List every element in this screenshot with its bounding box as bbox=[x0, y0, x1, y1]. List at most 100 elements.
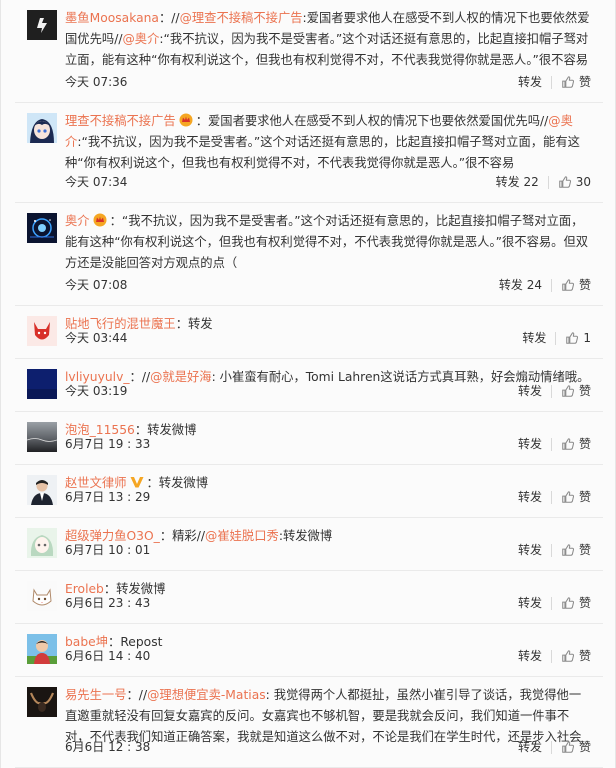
mention-link[interactable]: @奥介 bbox=[122, 32, 159, 46]
action-bar: 转发 赞 bbox=[518, 381, 591, 401]
repost-button[interactable]: 转发 bbox=[518, 540, 542, 560]
like-button[interactable]: 赞 bbox=[561, 381, 591, 401]
like-label: 赞 bbox=[578, 543, 591, 557]
repost-button[interactable]: 转发 bbox=[518, 646, 542, 666]
repost-label: 转发 bbox=[517, 437, 542, 451]
avatar[interactable] bbox=[27, 687, 57, 717]
timestamp[interactable]: 今天 07:34 bbox=[65, 172, 127, 192]
like-label: 赞 bbox=[578, 596, 591, 610]
repost-content: 墨鱼Moosakana：//@理查不接稿不接广告:爱国者要求他人在感受不到人权的… bbox=[65, 8, 591, 71]
like-label: 赞 bbox=[578, 740, 591, 754]
like-label: 赞 bbox=[578, 490, 591, 504]
repost-button[interactable]: 转发 22 bbox=[496, 172, 539, 192]
repost-meta-row: 今天 03:44 转发 1 bbox=[65, 328, 591, 348]
timestamp[interactable]: 今天 07:08 bbox=[65, 275, 127, 295]
repost-label: 转发 bbox=[517, 596, 542, 610]
repost-meta-row: 6月7日 19 : 33 转发 赞 bbox=[65, 434, 591, 454]
repost-item: 奥介 ：“我不抗议，因为我不是受害者。”这个对话还挺有意思的，比起直接扣帽子驽对立… bbox=[15, 203, 603, 306]
repost-meta-row: 今天 03:19 转发 赞 bbox=[65, 381, 591, 401]
timestamp[interactable]: 今天 03:19 bbox=[65, 381, 127, 401]
repost-button[interactable]: 转发 24 bbox=[499, 275, 542, 295]
repost-meta-row: 6月6日 14 : 40 转发 赞 bbox=[65, 646, 591, 666]
action-bar: 转发 1 bbox=[522, 328, 591, 348]
avatar[interactable] bbox=[27, 422, 57, 452]
username-link[interactable]: 墨鱼Moosakana bbox=[65, 11, 159, 25]
repost-button[interactable]: 转发 bbox=[518, 487, 542, 507]
thumbs-up-icon bbox=[562, 279, 575, 291]
repost-item: babe坤：Repost 6月6日 14 : 40 转发赞 bbox=[15, 624, 603, 677]
repost-button[interactable]: 转发 bbox=[518, 381, 542, 401]
repost-text: :“我不抗议，因为我不是受害者。”这个对话还挺有意思的，比起直接扣帽子驽对立面，… bbox=[65, 135, 580, 170]
avatar[interactable] bbox=[27, 316, 57, 346]
like-button[interactable]: 赞 bbox=[561, 487, 591, 507]
action-bar: 转发 赞 bbox=[518, 72, 591, 92]
mention-link[interactable]: @理想便宜卖-Matias bbox=[147, 688, 266, 702]
timestamp[interactable]: 今天 07:36 bbox=[65, 72, 127, 92]
avatar[interactable] bbox=[27, 581, 57, 611]
timestamp[interactable]: 6月6日 12 : 38 bbox=[65, 737, 150, 757]
avatar[interactable] bbox=[27, 10, 57, 40]
thumbs-up-icon bbox=[562, 385, 575, 397]
action-divider bbox=[550, 384, 552, 398]
action-divider bbox=[547, 175, 549, 189]
repost-button[interactable]: 转发 bbox=[518, 434, 542, 454]
avatar[interactable] bbox=[27, 475, 57, 505]
repost-item: 超级弹力鱼O3O_：精彩//@崔娃脱口秀:转发微博 6月7日 10 : 01 转发赞 bbox=[15, 518, 603, 571]
action-divider bbox=[550, 740, 552, 754]
repost-meta-row: 今天 07:34 转发 22 30 bbox=[65, 172, 591, 192]
username-link[interactable]: 奥介 bbox=[65, 214, 90, 228]
avatar[interactable] bbox=[27, 113, 57, 143]
username-link[interactable]: 理查不接稿不接广告 bbox=[65, 114, 176, 128]
like-button[interactable]: 赞 bbox=[561, 540, 591, 560]
repost-button[interactable]: 转发 bbox=[518, 72, 542, 92]
action-divider bbox=[550, 596, 552, 610]
like-button[interactable]: 赞 bbox=[561, 434, 591, 454]
repost-text: ：“我不抗议，因为我不是受害者。”这个对话还挺有意思的，比起直接扣帽子驽对立面，… bbox=[65, 214, 589, 270]
action-bar: 转发 赞 bbox=[518, 434, 591, 454]
repost-label: 转发 bbox=[498, 278, 523, 292]
thumbs-up-icon bbox=[562, 76, 575, 88]
repost-label: 转发 bbox=[517, 384, 542, 398]
like-button[interactable]: 赞 bbox=[561, 593, 591, 613]
action-bar: 转发 赞 bbox=[518, 593, 591, 613]
timestamp[interactable]: 6月6日 23 : 43 bbox=[65, 593, 150, 613]
thumbs-up-icon bbox=[566, 332, 579, 344]
timestamp[interactable]: 6月7日 13 : 29 bbox=[65, 487, 150, 507]
timestamp[interactable]: 6月7日 19 : 33 bbox=[65, 434, 150, 454]
repost-button[interactable]: 转发 bbox=[518, 593, 542, 613]
thumbs-up-icon bbox=[562, 650, 575, 662]
mention-link[interactable]: @理查不接稿不接广告 bbox=[180, 11, 303, 25]
timestamp[interactable]: 6月6日 14 : 40 bbox=[65, 646, 150, 666]
like-button[interactable]: 30 bbox=[558, 172, 591, 192]
repost-label: 转发 bbox=[522, 331, 547, 345]
avatar[interactable] bbox=[27, 528, 57, 558]
avatar[interactable] bbox=[27, 634, 57, 664]
repost-list: 墨鱼Moosakana：//@理查不接稿不接广告:爱国者要求他人在感受不到人权的… bbox=[0, 0, 616, 768]
repost-label: 转发 bbox=[517, 490, 542, 504]
action-divider bbox=[550, 490, 552, 504]
like-label: 赞 bbox=[578, 649, 591, 663]
avatar[interactable] bbox=[27, 213, 57, 243]
repost-button[interactable]: 转发 bbox=[522, 328, 546, 348]
thumbs-up-icon bbox=[562, 597, 575, 609]
repost-item: 理查不接稿不接广告 ：爱国者要求他人在感受不到人权的情况下也要依然爱国优先吗//@… bbox=[15, 103, 603, 203]
repost-meta-row: 今天 07:08 转发 24 赞 bbox=[65, 275, 591, 295]
action-bar: 转发 赞 bbox=[518, 737, 591, 757]
like-button[interactable]: 赞 bbox=[561, 275, 591, 295]
repost-meta-row: 6月6日 23 : 43 转发 赞 bbox=[65, 593, 591, 613]
action-divider bbox=[550, 543, 552, 557]
username-link[interactable]: 易先生一号 bbox=[65, 688, 127, 702]
repost-button[interactable]: 转发 bbox=[518, 737, 542, 757]
action-bar: 转发 赞 bbox=[518, 487, 591, 507]
like-button[interactable]: 赞 bbox=[561, 72, 591, 92]
like-label: 1 bbox=[583, 331, 591, 345]
avatar[interactable] bbox=[27, 369, 57, 399]
repost-meta-row: 6月6日 12 : 38 转发 赞 bbox=[65, 737, 591, 757]
like-button[interactable]: 赞 bbox=[561, 737, 591, 757]
like-button[interactable]: 赞 bbox=[561, 646, 591, 666]
like-button[interactable]: 1 bbox=[565, 328, 591, 348]
repost-text: ：// bbox=[126, 688, 148, 702]
timestamp[interactable]: 6月7日 10 : 01 bbox=[65, 540, 150, 560]
repost-text: ：爱国者要求他人在感受不到人权的情况下也要依然爱国优先吗// bbox=[195, 114, 549, 128]
timestamp[interactable]: 今天 03:44 bbox=[65, 328, 127, 348]
